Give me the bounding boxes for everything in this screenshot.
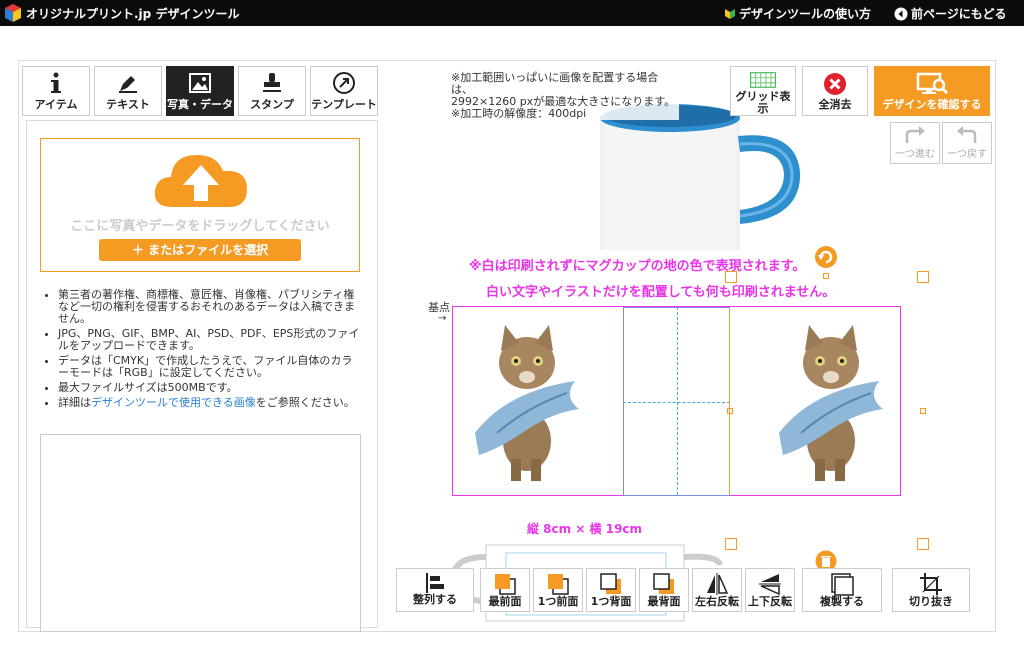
guide-line-top xyxy=(623,307,730,308)
resize-handle-top-left[interactable] xyxy=(725,271,737,283)
note-copyright: 第三者の著作権、商標権、意匠権、肖像権、パブリシティ権など一切の権利を侵害するお… xyxy=(58,289,362,325)
tab-text[interactable]: テキスト xyxy=(94,66,162,116)
stamp-icon xyxy=(263,73,281,92)
guide-line-bottom xyxy=(623,495,730,496)
back-link[interactable]: 前ページにもどる xyxy=(894,5,1007,22)
top-bar: オリジナルプリント.jp デザインツール デザインツールの使い方 前ページにもど… xyxy=(0,0,1024,26)
usable-images-link[interactable]: デザインツールで使用できる画像 xyxy=(91,396,256,409)
cat-with-fish-illustration-copy[interactable] xyxy=(771,321,889,483)
front-layer-icon xyxy=(495,574,516,595)
align-left-icon xyxy=(426,573,444,593)
flip-horizontal-button[interactable]: 左右反転 xyxy=(692,568,742,612)
back-circle-icon xyxy=(894,7,908,20)
crop-icon xyxy=(920,573,942,595)
flip-vertical-button[interactable]: 上下反転 xyxy=(745,568,795,612)
pen-icon xyxy=(119,76,137,93)
bring-forward-button[interactable]: 1つ前面 xyxy=(533,568,583,612)
send-backward-button[interactable]: 1つ背面 xyxy=(586,568,636,612)
logo-cube-icon xyxy=(5,4,21,22)
print-size-label: 縦 8cm × 横 19cm xyxy=(527,522,643,536)
brand-title: オリジナルプリント.jp デザインツール xyxy=(26,7,240,21)
redo-arrow-icon xyxy=(905,126,925,143)
cat-with-fish-illustration[interactable] xyxy=(467,321,585,483)
center-guide-horizontal xyxy=(623,402,730,403)
upload-dropzone[interactable]: ここに写真やデータをドラッグしてください ＋ またはファイルを選択 xyxy=(40,138,360,272)
print-area[interactable] xyxy=(452,306,901,496)
monitor-search-icon xyxy=(916,72,949,95)
redo-button[interactable]: 一つ進む xyxy=(890,122,940,164)
undo-button[interactable]: 一つ戻す xyxy=(942,122,992,164)
uploaded-images-list[interactable] xyxy=(40,434,361,632)
select-file-button[interactable]: ＋ またはファイルを選択 xyxy=(99,239,301,261)
selection-edge xyxy=(729,307,730,495)
drop-instruction: ここに写真やデータをドラッグしてください xyxy=(70,219,330,234)
tool-tabs: アイテム テキスト 写真・データ スタンプ テンプレート xyxy=(22,66,378,116)
note-formats: JPG、PNG、GIF、BMP、AI、PSD、PDF、EPS形式のファイルをアッ… xyxy=(58,328,362,352)
beginner-mark-icon xyxy=(725,8,735,19)
grid-toggle-button[interactable]: グリッド表示 xyxy=(730,66,796,116)
back-layer-icon xyxy=(653,573,674,594)
resize-handle-bottom-right[interactable] xyxy=(917,538,929,550)
resize-handle-right[interactable] xyxy=(920,408,926,414)
note-colormode: データは「CMYK」で作成したうえで、ファイル自体のカラーモードは「RGB」に設… xyxy=(58,355,362,379)
tab-photo-data[interactable]: 写真・データ xyxy=(166,66,234,116)
info-icon xyxy=(51,72,61,93)
template-icon xyxy=(333,72,355,94)
duplicate-icon xyxy=(831,573,854,596)
tab-stamp[interactable]: スタンプ xyxy=(238,66,306,116)
white-warning-line2: 白い文字やイラストだけを配置しても何も印刷されません。 xyxy=(486,285,836,300)
tab-template[interactable]: テンプレート xyxy=(310,66,378,116)
crop-button[interactable]: 切り抜き xyxy=(892,568,970,612)
base-point-label: 基点 → xyxy=(428,301,450,324)
align-button[interactable]: 整列する xyxy=(396,568,474,612)
white-warning-line1: ※白は印刷されずにマグカップの地の色で表現されます。 xyxy=(469,259,806,274)
info-text: ※加工範囲いっぱいに画像を配置する場合は、 2992×1260 pxが最適な大き… xyxy=(451,72,679,120)
clear-x-icon xyxy=(824,73,846,95)
rotate-handle-icon[interactable] xyxy=(814,245,838,269)
backward-layer-icon xyxy=(600,573,621,594)
center-guide-vertical xyxy=(677,307,678,495)
upload-notes: 第三者の著作権、商標権、意匠権、肖像権、パブリシティ権など一切の権利を侵害するお… xyxy=(40,289,362,412)
tab-item[interactable]: アイテム xyxy=(22,66,90,116)
help-link[interactable]: デザインツールの使い方 xyxy=(724,5,871,22)
grid-icon xyxy=(750,72,776,88)
image-icon xyxy=(189,73,211,93)
base-point-arrow-icon: → xyxy=(438,313,447,324)
resize-handle-top[interactable] xyxy=(823,273,829,279)
guide-line-left xyxy=(623,307,624,495)
flip-vertical-icon xyxy=(759,574,781,596)
bring-to-front-button[interactable]: 最前面 xyxy=(480,568,530,612)
undo-arrow-icon xyxy=(957,126,977,143)
note-filesize: 最大ファイルサイズは500MBです。 xyxy=(58,382,362,394)
send-to-back-button[interactable]: 最背面 xyxy=(639,568,689,612)
duplicate-button[interactable]: 複製する xyxy=(802,568,882,612)
confirm-design-button[interactable]: デザインを確認する xyxy=(874,66,990,116)
clear-all-button[interactable]: 全消去 xyxy=(802,66,868,116)
cloud-upload-icon xyxy=(154,155,247,207)
flip-horizontal-icon xyxy=(707,573,729,595)
forward-layer-icon xyxy=(548,574,569,595)
note-details: 詳細はデザインツールで使用できる画像をご参照ください。 xyxy=(58,397,362,409)
resize-handle-top-right[interactable] xyxy=(917,271,929,283)
